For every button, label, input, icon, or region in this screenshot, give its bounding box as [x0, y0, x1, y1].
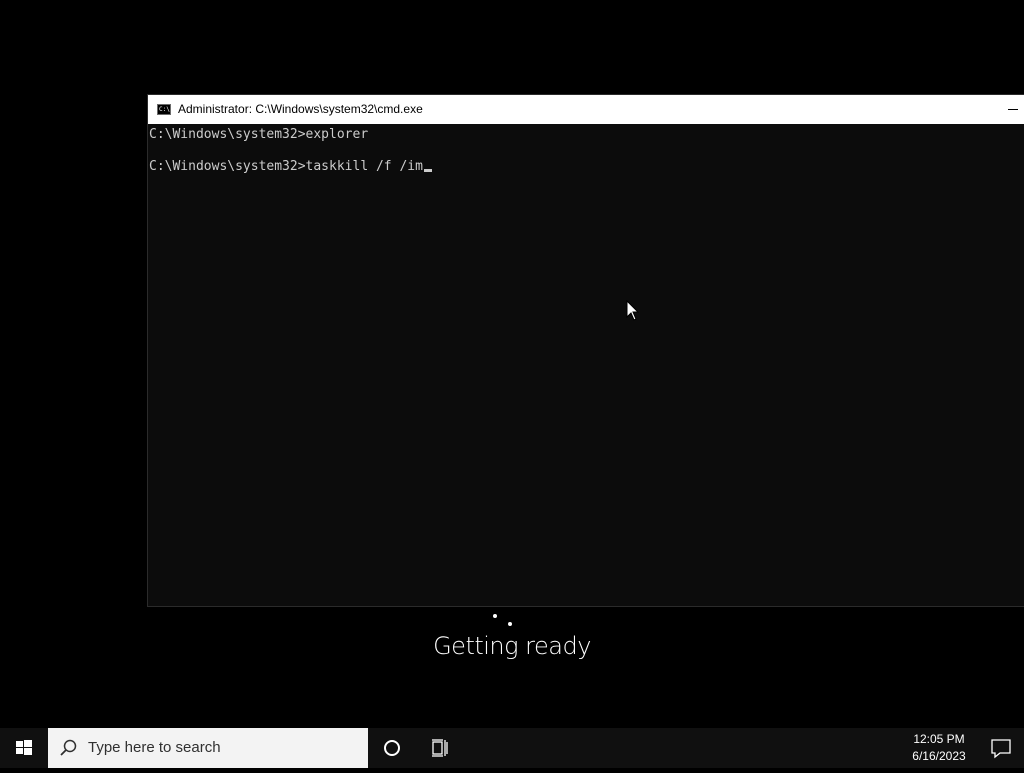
clock-date: 6/16/2023 [912, 749, 966, 763]
taskbar: Type here to search 12:05 PM 6/16/2023 [0, 728, 1024, 768]
cmd-titlebar[interactable]: C:\ Administrator: C:\Windows\system32\c… [148, 95, 1024, 124]
cortana-circle-icon [384, 740, 400, 756]
task-view-button[interactable] [416, 728, 464, 768]
getting-ready-text: Getting ready [433, 632, 591, 660]
minimize-button[interactable] [1000, 95, 1024, 124]
task-view-icon [432, 739, 448, 757]
taskbar-clock[interactable]: 12:05 PM 6/16/2023 [900, 728, 978, 768]
start-button[interactable] [0, 728, 48, 768]
cmd-icon: C:\ [157, 104, 171, 115]
console-output[interactable]: C:\Windows\system32>explorer C:\Windows\… [148, 124, 1024, 606]
cortana-button[interactable] [368, 728, 416, 768]
action-center-button[interactable] [978, 728, 1024, 768]
action-center-icon [991, 739, 1011, 759]
console-input-line[interactable]: C:\Windows\system32>taskkill /f /im [149, 159, 432, 175]
mouse-pointer-icon [626, 300, 640, 321]
text-cursor [423, 169, 432, 172]
search-icon [60, 739, 77, 756]
cmd-window-title: Administrator: C:\Windows\system32\cmd.e… [178, 102, 423, 116]
console-line: C:\Windows\system32>explorer [149, 127, 369, 142]
taskbar-search-box[interactable]: Type here to search [48, 728, 368, 768]
console-input-text: C:\Windows\system32>taskkill /f /im [149, 159, 423, 174]
clock-time: 12:05 PM [913, 732, 965, 746]
windows-logo-icon [16, 740, 32, 755]
search-placeholder: Type here to search [88, 739, 221, 756]
desktop: Getting ready C:\ Administrator: C:\Wind… [0, 0, 1024, 728]
cmd-window[interactable]: C:\ Administrator: C:\Windows\system32\c… [148, 95, 1024, 606]
